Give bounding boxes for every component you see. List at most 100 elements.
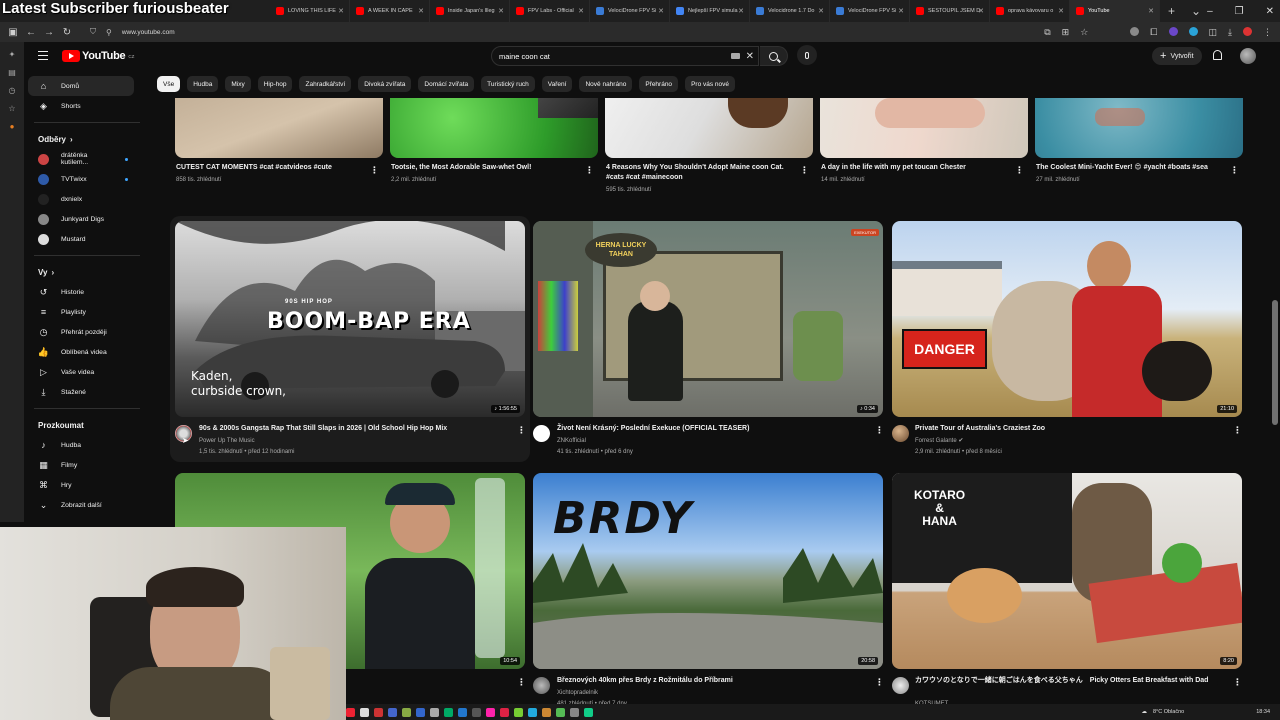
youtube-logo[interactable]: YouTube CZ [62,50,134,62]
browser-tab[interactable]: VelociDrone FPV Si ✕ [830,0,910,22]
profile-avatar[interactable] [1243,26,1252,36]
bookmarks-icon[interactable]: ☆ [8,104,15,113]
screenshot-icon[interactable]: ⧉ [1044,27,1050,38]
taskbar-app-icon[interactable] [360,707,369,717]
browser-tab[interactable]: oprava kávovaru o ✕ [990,0,1070,22]
sidebar-item-history[interactable]: ↺ Historie [28,282,134,302]
video-menu-kebab-icon[interactable]: ⋮ [370,165,379,176]
video-menu-kebab-icon[interactable]: ⋮ [800,165,809,176]
taskbar-app-icon[interactable] [430,707,439,717]
account-avatar[interactable] [1240,48,1256,64]
sidebar-item-your-videos[interactable]: ▷ Vaše videa [28,362,134,382]
close-window-icon[interactable]: ✕ [1266,6,1274,17]
tab-close-icon[interactable]: ✕ [738,7,744,15]
sidebar-item-like[interactable]: 👍 Oblíbená videa [28,342,134,362]
channel-name[interactable]: Forrest Galante ✔ [915,436,963,446]
filter-chip[interactable]: Pro vás nové [685,76,735,92]
browser-tab[interactable]: Velocidrone 1.7 Do ✕ [750,0,830,22]
channel-avatar[interactable] [533,425,550,442]
sidebar-item-gaming[interactable]: ⌘ Hry [28,475,134,495]
taskbar-app-icon[interactable] [486,707,495,717]
clock[interactable]: 18:34 [1256,709,1270,715]
notifications-bell-icon[interactable] [1213,50,1222,60]
filter-chip[interactable]: Nově nahráno [579,76,633,92]
tab-close-icon[interactable]: ✕ [978,7,984,15]
filter-chip[interactable]: Domácí zvířata [418,76,475,92]
forward-icon[interactable]: → [40,27,58,38]
video-menu-kebab-icon[interactable]: ⋮ [1230,165,1239,176]
minimize-icon[interactable]: – [1207,6,1213,17]
extension-icon[interactable] [1188,26,1198,36]
voice-search-button[interactable] [797,45,817,65]
video-menu-kebab-icon[interactable]: ⋮ [1015,165,1024,176]
video-title[interactable]: A day in the life with my pet toucan Che… [821,163,1011,173]
tab-close-icon[interactable]: ✕ [418,7,424,15]
clear-search-icon[interactable]: ✕ [746,51,754,62]
taskbar-app-icon[interactable] [584,707,593,717]
video-menu-kebab-icon[interactable]: ⋮ [1233,677,1242,688]
taskbar-app-icon[interactable] [556,707,565,717]
sidebar-item-chevron-down[interactable]: ⌄ Zobrazit další [28,495,134,515]
video-title[interactable]: Tootsie, the Most Adorable Saw-whet Owl! [391,163,581,173]
tab-close-icon[interactable]: ✕ [658,7,664,15]
browser-tab[interactable]: FPV Labs - Official ✕ [510,0,590,22]
browser-tab[interactable]: Nejlepší FPV simula ✕ [670,0,750,22]
sidebar-item-subscription[interactable]: Mustard [28,229,134,249]
taskbar-app-icon[interactable] [444,707,453,717]
browser-tab[interactable]: SESTOUPIL JSEM D ✕ [910,0,990,22]
browser-tab[interactable]: VelociDrone FPV Si ✕ [590,0,670,22]
video-menu-kebab-icon[interactable]: ⋮ [517,677,526,688]
sidebar-item-subscription[interactable]: TVTwixx [28,169,134,189]
taskbar-app-icon[interactable] [500,707,509,717]
downloads-icon[interactable]: ⤓ [1228,27,1232,38]
channel-avatar[interactable] [892,677,909,694]
create-button[interactable]: + Vytvořit [1152,47,1202,65]
video-menu-kebab-icon[interactable]: ⋮ [1233,425,1242,436]
video-title[interactable]: The Coolest Mini-Yacht Ever! 😍 #yacht #b… [1036,163,1231,173]
wallet-icon[interactable]: ▤ [8,68,16,77]
video-title[interactable]: カワウソのとなりで一緒に朝ごはんを食べる父ちゃん Picky Otters Ea… [915,676,1230,686]
channel-avatar[interactable] [892,425,909,442]
video-thumbnail[interactable]: 90S HIP HOP BOOM-BAP ERA Kaden, curbside… [175,221,525,417]
puzzle-icon[interactable]: ⧠ [1150,27,1157,38]
video-title[interactable]: CUTEST CAT MOMENTS #cat #catvideos #cute [176,163,366,173]
channel-name[interactable]: ZNKofficial [557,436,586,446]
split-view-icon[interactable]: ◫ [1209,27,1218,38]
browser-tab[interactable]: YouTube ✕ [1070,0,1160,22]
search-button[interactable] [760,46,788,66]
sidebar-item-film[interactable]: ▦ Filmy [28,455,134,475]
channel-name[interactable]: Xichtopradelnik [557,688,598,698]
video-title[interactable]: 90s & 2000s Gangsta Rap That Still Slaps… [199,424,499,434]
tab-close-icon[interactable]: ✕ [498,7,504,15]
extension-icon[interactable] [1168,26,1178,36]
video-thumbnail[interactable]: HERNA LUCKY TAHAN EXEKUTOR ♪ 0:34 [533,221,883,417]
video-thumbnail[interactable]: KOTARO & HANA 8:20 [892,473,1242,669]
you-heading[interactable]: Vy › [24,262,150,282]
taskbar-app-icon[interactable] [416,707,425,717]
tab-close-icon[interactable]: ✕ [898,7,904,15]
ai-icon[interactable]: ✦ [9,50,16,59]
site-info-icon[interactable]: ⚲ [106,28,112,37]
tab-close-icon[interactable]: ✕ [1148,7,1154,15]
page-scrollbar[interactable] [1272,300,1278,425]
sidebar-item-watch-later[interactable]: ◷ Přehrát později [28,322,134,342]
video-menu-kebab-icon[interactable]: ⋮ [585,165,594,176]
extension-icon[interactable] [1130,26,1140,36]
tab-close-icon[interactable]: ✕ [338,7,344,15]
filter-chip[interactable]: Zahradkářství [299,76,352,92]
taskbar-app-icon[interactable] [346,707,355,717]
maximize-icon[interactable]: ❐ [1235,6,1244,17]
url-field[interactable]: ⛉ ⚲ www.youtube.com [90,27,175,37]
video-thumbnail[interactable]: BRDY 20:58 [533,473,883,669]
video-menu-kebab-icon[interactable]: ⋮ [517,425,526,436]
video-menu-kebab-icon[interactable]: ⋮ [875,677,884,688]
sidebar-item-subscription[interactable]: Junkyard Digs [28,209,134,229]
filter-chip[interactable]: Turistický ruch [481,76,535,92]
filter-chip[interactable]: Vaření [541,76,573,92]
subscriptions-heading[interactable]: Odběry › [24,129,150,149]
video-title[interactable]: Private Tour of Australia's Craziest Zoo [915,424,1215,434]
search-input[interactable] [499,51,719,61]
sidebar-item-subscription[interactable]: drátěnka kutilem... [28,149,134,169]
browser-tab[interactable]: A WEEK IN CAPE ✕ [350,0,430,22]
taskbar-app-icon[interactable] [528,707,537,717]
